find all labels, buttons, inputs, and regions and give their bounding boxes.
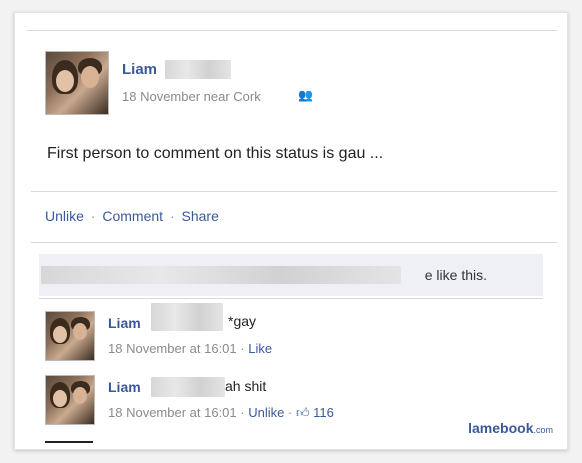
actions-divider (31, 242, 557, 243)
separator: · (240, 405, 245, 420)
comment-avatar[interactable] (45, 375, 95, 425)
post-meta-date: 18 November near Cork (122, 89, 261, 104)
top-divider (27, 30, 557, 31)
like-link[interactable]: Like (248, 341, 272, 356)
thumbs-up-icon[interactable]: 👍︎ (296, 405, 310, 421)
separator: · (169, 208, 175, 224)
facebook-post-card: Liam 18 November near Cork 👥 First perso… (14, 12, 568, 450)
comment-timestamp[interactable]: 18 November at 16:01 (108, 341, 237, 356)
watermark-brand: lamebook (468, 420, 534, 436)
comment-text: *gay (228, 313, 257, 329)
like-count[interactable]: 116 (313, 405, 334, 420)
comment-link[interactable]: Comment (102, 208, 163, 224)
comment-meta: 18 November at 16:01 · Unlike · 👍︎ 116 (108, 405, 334, 421)
comment-avatar[interactable] (45, 311, 95, 361)
likes-bar: e like this. (39, 254, 543, 296)
redacted-surname (165, 60, 231, 79)
comment-timestamp[interactable]: 18 November at 16:01 (108, 405, 237, 420)
post-author-name[interactable]: Liam (122, 61, 157, 78)
content-divider (31, 191, 557, 192)
lamebook-watermark: lamebook.com (468, 420, 553, 436)
separator: · (287, 405, 293, 420)
comment-author-name[interactable]: Liam (108, 315, 141, 331)
likes-text: e like this. (424, 267, 487, 283)
post-actions: Unlike · Comment · Share (45, 208, 219, 224)
share-link[interactable]: Share (182, 208, 219, 224)
separator: · (90, 208, 96, 224)
likes-divider (39, 298, 543, 299)
friends-icon: 👥 (298, 88, 313, 102)
comment-text: ah shit (225, 378, 267, 394)
separator: · (240, 341, 245, 356)
redacted-likers (41, 266, 401, 284)
watermark-suffix: .com (533, 425, 553, 435)
status-text: First person to comment on this status i… (47, 145, 384, 162)
next-avatar-edge (45, 441, 93, 443)
unlike-link[interactable]: Unlike (45, 208, 84, 224)
unlike-link[interactable]: Unlike (248, 405, 284, 420)
redacted-surname (151, 377, 225, 397)
comment-meta: 18 November at 16:01 · Like (108, 341, 272, 356)
redacted-surname (151, 303, 223, 331)
author-avatar[interactable] (45, 51, 109, 115)
comment-author-name[interactable]: Liam (108, 379, 141, 395)
